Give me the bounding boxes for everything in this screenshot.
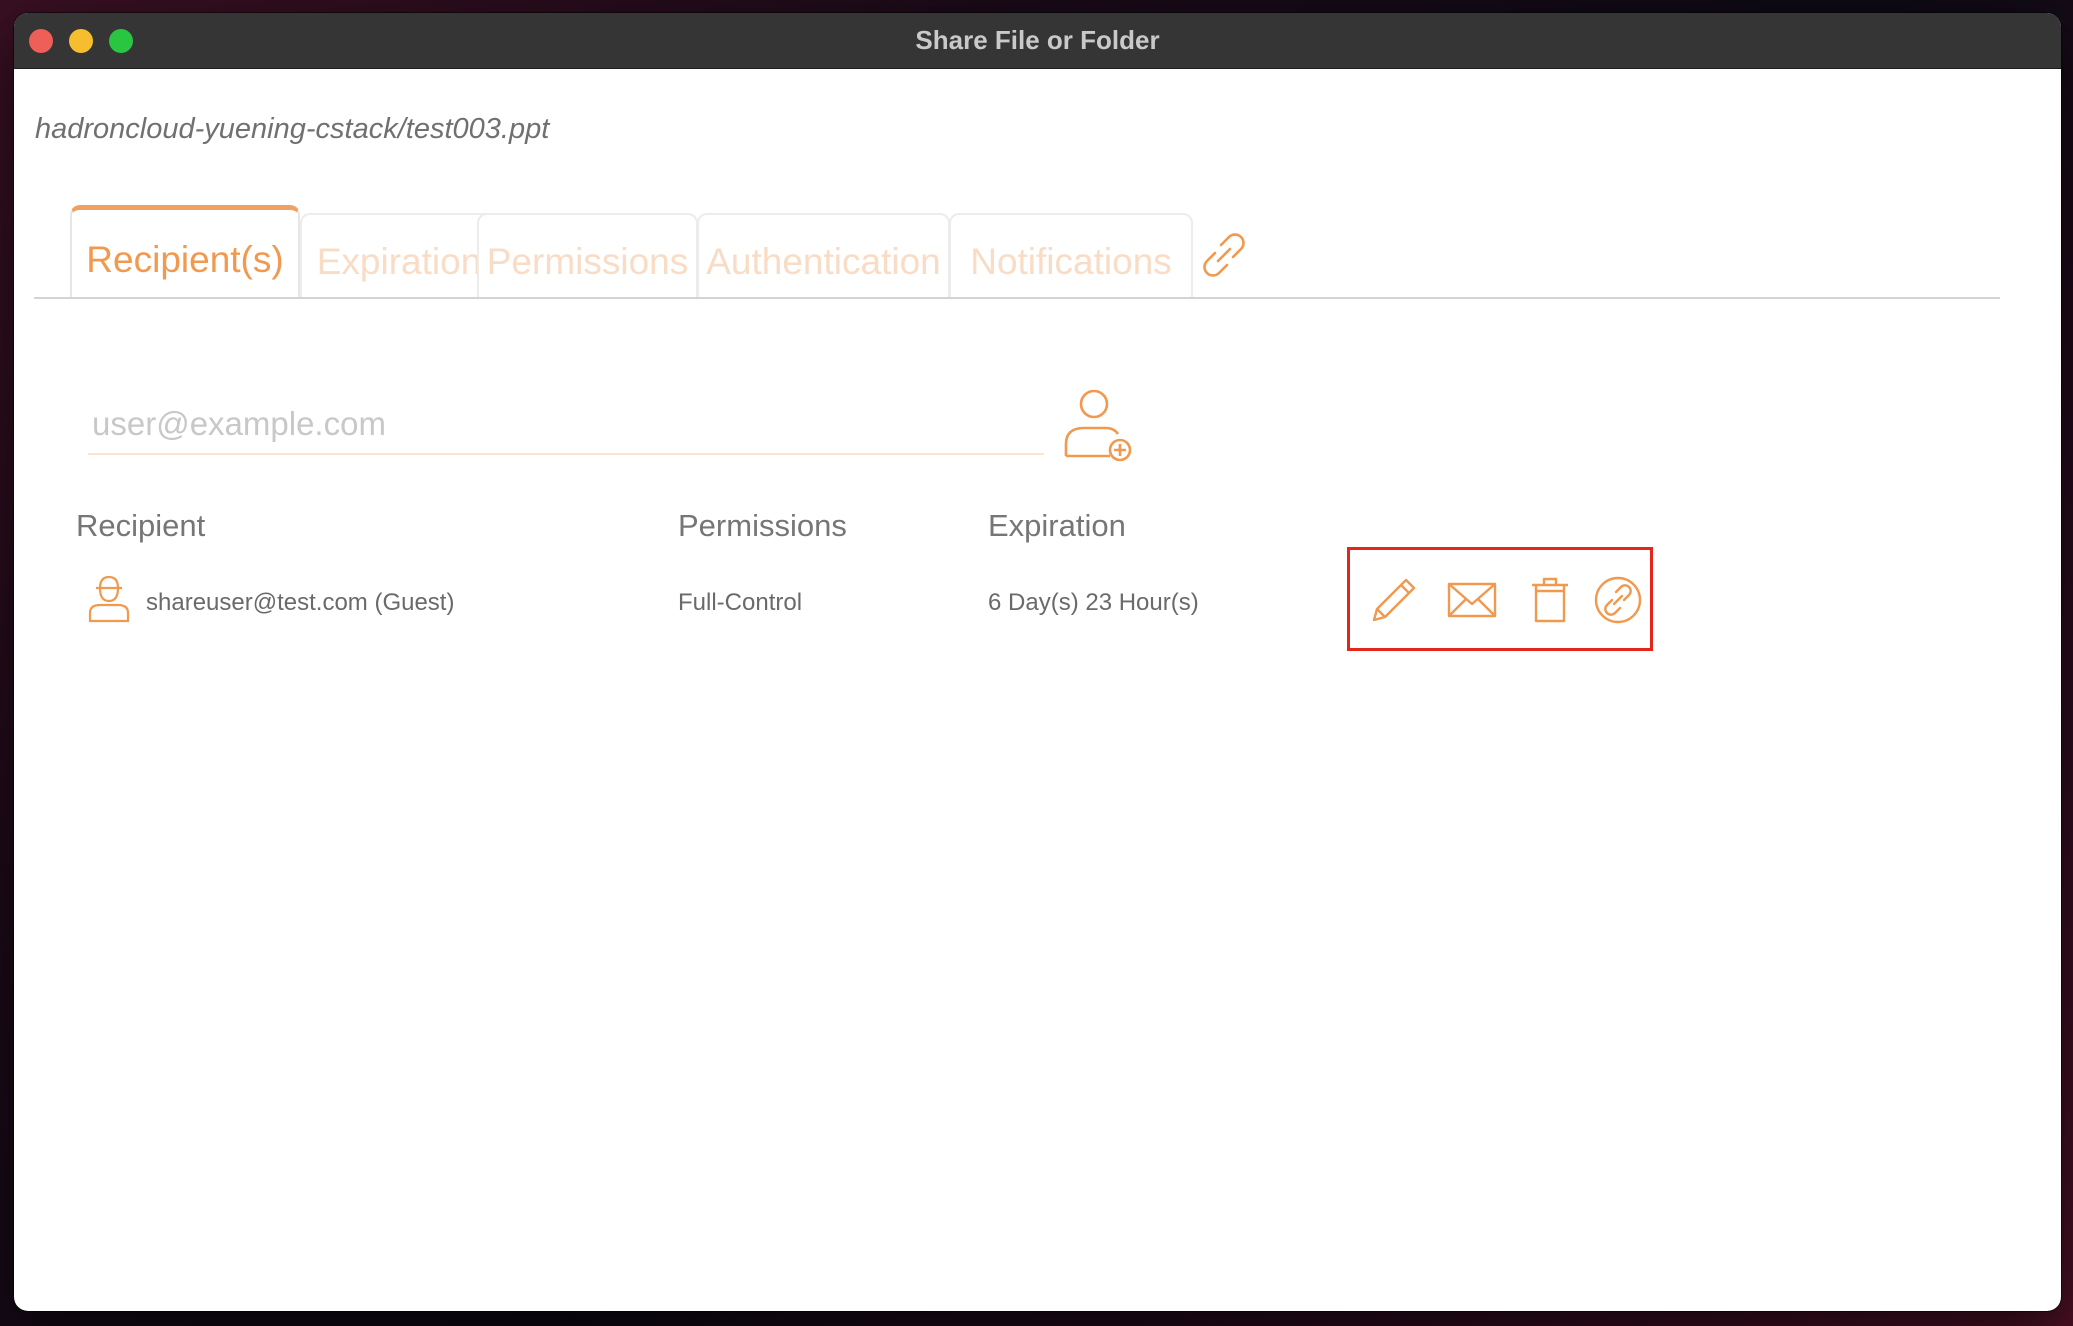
share-dialog-window: Share File or Folder hadroncloud-yuening… [14,13,2061,1311]
tab-recipients[interactable]: Recipient(s) [70,205,300,297]
file-path: hadroncloud-yuening-cstack/test003.ppt [35,113,550,145]
recipient-permissions: Full-Control [678,589,803,616]
window-title: Share File or Folder [915,25,1160,55]
link-icon[interactable] [1592,574,1644,626]
tab-authentication[interactable]: Authentication [697,213,950,297]
title-bar: Share File or Folder [14,13,2061,69]
column-header-expiration: Expiration [988,508,1126,543]
row-actions [1347,547,1653,651]
email-icon[interactable] [1446,574,1498,626]
recipient-expiration: 6 Day(s) 23 Hour(s) [988,589,1199,616]
column-header-permissions: Permissions [678,508,847,543]
tab-permissions[interactable]: Permissions [477,213,698,297]
delete-icon[interactable] [1524,574,1576,626]
tab-bar: Recipient(s) Expiration Permissions Auth… [34,193,2000,299]
recipient-email-input[interactable] [88,395,1044,455]
tab-notifications[interactable]: Notifications [949,213,1193,297]
tab-expiration[interactable]: Expiration [300,213,498,297]
add-user-icon[interactable] [1062,388,1134,464]
column-header-recipient: Recipient [76,508,206,543]
link-icon[interactable] [1196,227,1252,283]
recipient-email: shareuser@test.com (Guest) [146,589,455,616]
guest-user-icon [88,575,130,623]
edit-icon[interactable] [1368,574,1420,626]
